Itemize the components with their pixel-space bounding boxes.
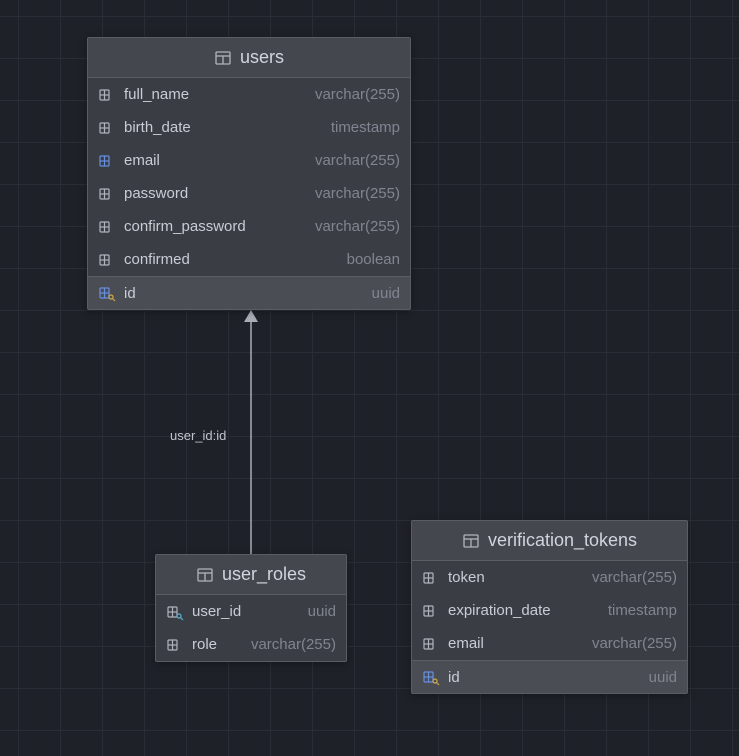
column-type: varchar(255) xyxy=(315,152,400,169)
table-column[interactable]: email varchar(255) xyxy=(88,144,410,177)
column-type: varchar(255) xyxy=(592,635,677,652)
column-type: varchar(255) xyxy=(315,218,400,235)
column-name: role xyxy=(192,636,217,653)
column-icon xyxy=(98,119,116,137)
column-type: uuid xyxy=(308,603,336,620)
table-column[interactable]: full_name varchar(255) xyxy=(88,78,410,111)
table-title: user_roles xyxy=(222,564,306,585)
column-name: password xyxy=(124,185,188,202)
relationship-line[interactable] xyxy=(243,310,259,557)
column-type: uuid xyxy=(649,669,677,686)
relationship-label: user_id:id xyxy=(170,428,226,443)
column-icon xyxy=(98,86,116,104)
column-type: timestamp xyxy=(331,119,400,136)
column-type: varchar(255) xyxy=(251,636,336,653)
column-name: user_id xyxy=(192,603,241,620)
diagram-canvas[interactable]: user_id:id users full_name varchar(255) … xyxy=(0,0,739,756)
column-name: token xyxy=(448,569,485,586)
primary-key-icon xyxy=(422,668,440,686)
table-column[interactable]: birth_date timestamp xyxy=(88,111,410,144)
column-name: birth_date xyxy=(124,119,191,136)
column-name: expiration_date xyxy=(448,602,551,619)
table-column[interactable]: expiration_date timestamp xyxy=(412,594,687,627)
table-column[interactable]: confirm_password varchar(255) xyxy=(88,210,410,243)
table-users[interactable]: users full_name varchar(255) birth_date … xyxy=(87,37,411,310)
column-type: varchar(255) xyxy=(592,569,677,586)
table-icon xyxy=(214,49,232,67)
table-column[interactable]: user_id uuid xyxy=(156,595,346,628)
column-name: full_name xyxy=(124,86,189,103)
indexed-column-icon xyxy=(98,152,116,170)
table-column[interactable]: id uuid xyxy=(88,276,410,309)
column-icon xyxy=(422,602,440,620)
column-type: uuid xyxy=(372,285,400,302)
column-icon xyxy=(98,251,116,269)
table-column[interactable]: email varchar(255) xyxy=(412,627,687,660)
table-column[interactable]: password varchar(255) xyxy=(88,177,410,210)
table-column[interactable]: confirmed boolean xyxy=(88,243,410,276)
column-type: varchar(255) xyxy=(315,185,400,202)
column-name: email xyxy=(448,635,484,652)
table-icon xyxy=(196,566,214,584)
table-header[interactable]: users xyxy=(88,38,410,78)
column-name: id xyxy=(124,285,136,302)
column-name: confirmed xyxy=(124,251,190,268)
column-name: id xyxy=(448,669,460,686)
table-header[interactable]: user_roles xyxy=(156,555,346,595)
column-icon xyxy=(422,569,440,587)
column-type: varchar(255) xyxy=(315,86,400,103)
column-name: email xyxy=(124,152,160,169)
column-name: confirm_password xyxy=(124,218,246,235)
column-icon xyxy=(166,636,184,654)
column-icon xyxy=(98,218,116,236)
table-column[interactable]: id uuid xyxy=(412,660,687,693)
column-icon xyxy=(98,185,116,203)
table-user-roles[interactable]: user_roles user_id uuid role varchar(255… xyxy=(155,554,347,662)
column-icon xyxy=(422,635,440,653)
table-header[interactable]: verification_tokens xyxy=(412,521,687,561)
table-verification-tokens[interactable]: verification_tokens token varchar(255) e… xyxy=(411,520,688,694)
table-title: verification_tokens xyxy=(488,530,637,551)
column-type: boolean xyxy=(347,251,400,268)
primary-key-icon xyxy=(98,284,116,302)
column-type: timestamp xyxy=(608,602,677,619)
foreign-key-icon xyxy=(166,603,184,621)
table-title: users xyxy=(240,47,284,68)
table-column[interactable]: token varchar(255) xyxy=(412,561,687,594)
table-icon xyxy=(462,532,480,550)
table-column[interactable]: role varchar(255) xyxy=(156,628,346,661)
